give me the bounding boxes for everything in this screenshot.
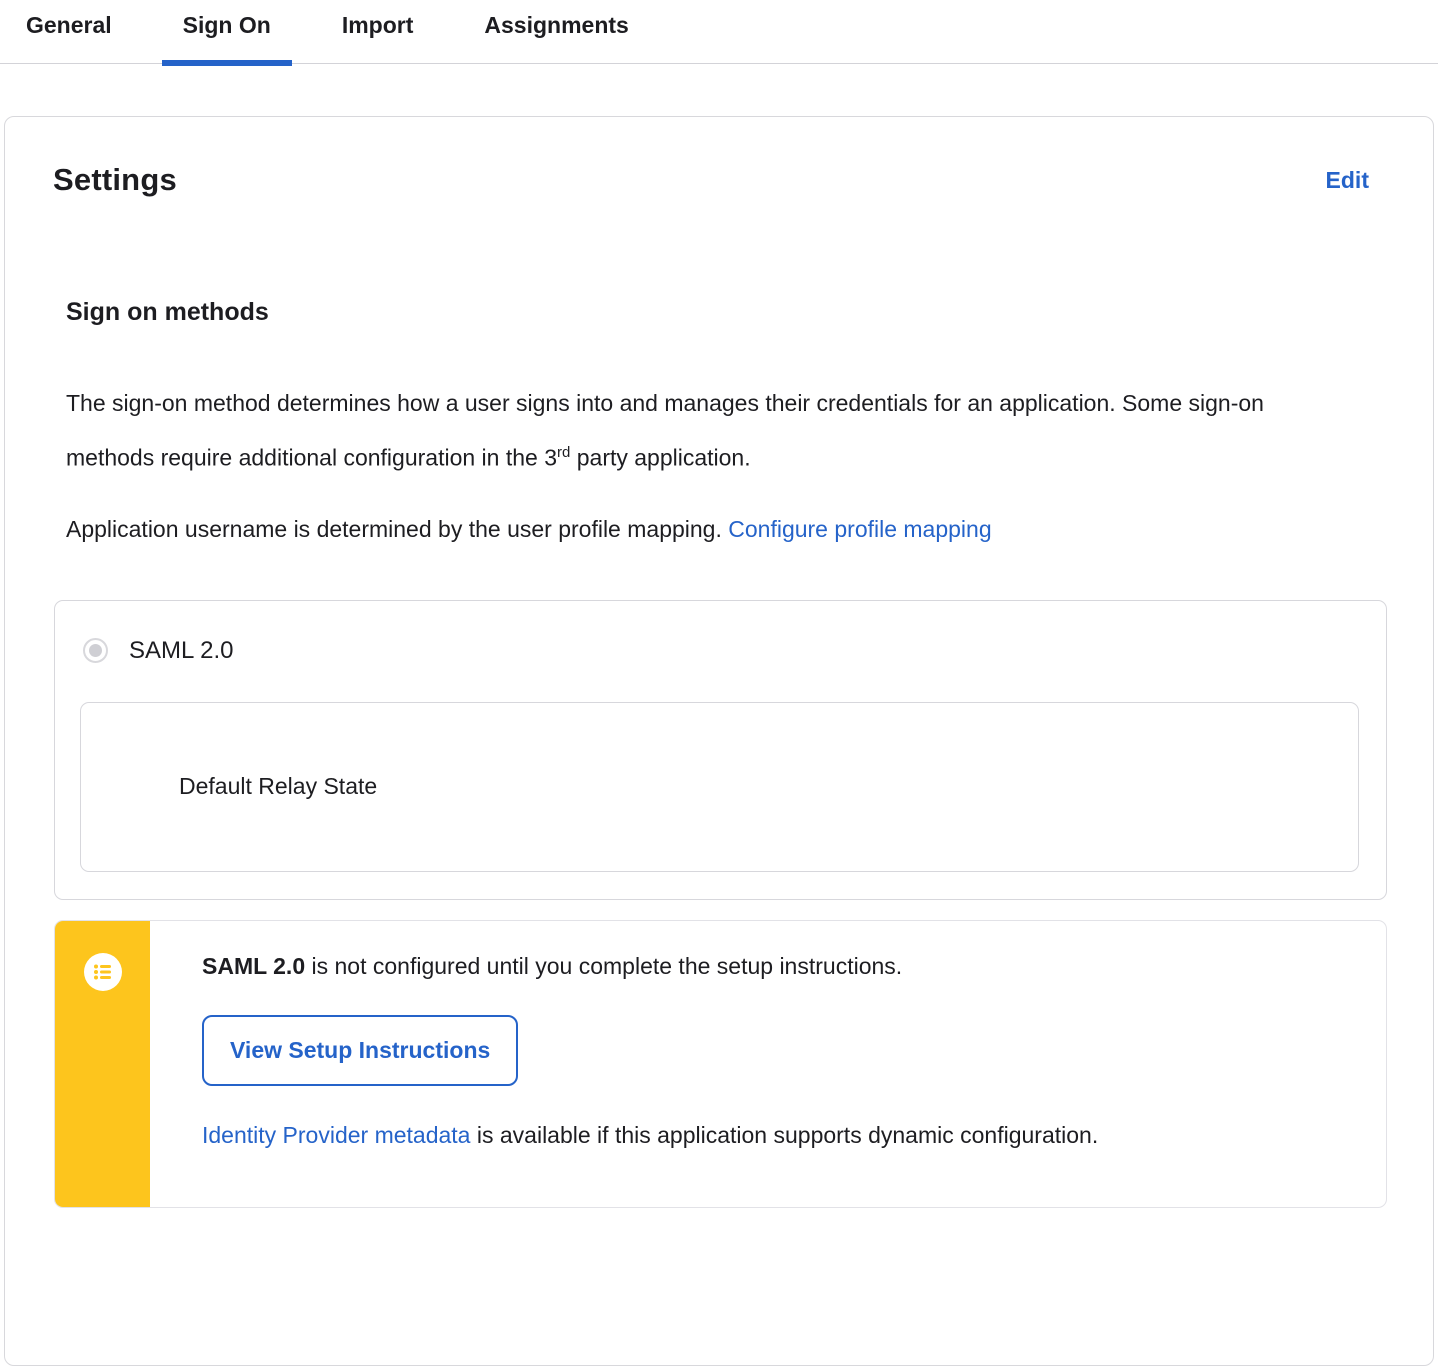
tab-assignments[interactable]: Assignments (463, 0, 649, 63)
username-note-text: Application username is determined by th… (66, 515, 729, 542)
default-relay-state-label: Default Relay State (179, 773, 378, 800)
saml-setup-callout: SAML 2.0 is not configured until you com… (54, 919, 1387, 1208)
page-title: Settings (53, 162, 177, 197)
callout-body: SAML 2.0 is not configured until you com… (150, 921, 1386, 1207)
description-superscript: rd (557, 444, 571, 461)
list-icon (83, 952, 122, 991)
tab-general[interactable]: General (5, 0, 133, 63)
callout-accent-bar (55, 920, 150, 1207)
callout-message-rest: is not configured until you complete the… (305, 952, 903, 979)
identity-provider-metadata-link[interactable]: Identity Provider metadata (202, 1122, 470, 1148)
sign-on-methods-description: The sign-on method determines how a user… (66, 379, 1306, 483)
app-tab-bar: General Sign On Import Assignments (0, 0, 1438, 66)
saml-radio-row: SAML 2.0 (55, 601, 1386, 665)
edit-button[interactable]: Edit (1326, 167, 1369, 194)
settings-card: Settings Edit Sign on methods The sign-o… (4, 116, 1434, 1366)
tab-sign-on[interactable]: Sign On (161, 0, 293, 66)
description-text-part2: party application. (570, 444, 751, 471)
saml-radio-label: SAML 2.0 (129, 636, 234, 664)
configure-profile-mapping-link[interactable]: Configure profile mapping (728, 516, 991, 542)
saml-radio-button[interactable] (83, 638, 108, 664)
metadata-line-rest: is available if this application support… (470, 1121, 1099, 1148)
saml-method-box: SAML 2.0 Default Relay State (54, 599, 1387, 900)
callout-message-bold: SAML 2.0 (202, 952, 306, 979)
sign-on-methods-heading: Sign on methods (66, 298, 269, 326)
username-mapping-note: Application username is determined by th… (66, 505, 1306, 554)
callout-message: SAML 2.0 is not configured until you com… (202, 949, 1346, 983)
default-relay-state-box: Default Relay State (80, 701, 1359, 872)
metadata-line: Identity Provider metadata is available … (202, 1122, 1346, 1149)
view-setup-instructions-button[interactable]: View Setup Instructions (202, 1014, 519, 1086)
sign-on-methods-section: Sign on methods The sign-on method deter… (5, 298, 1433, 1208)
settings-card-header: Settings Edit (5, 117, 1433, 198)
tab-import[interactable]: Import (321, 0, 435, 63)
radio-dot-icon (89, 644, 102, 658)
